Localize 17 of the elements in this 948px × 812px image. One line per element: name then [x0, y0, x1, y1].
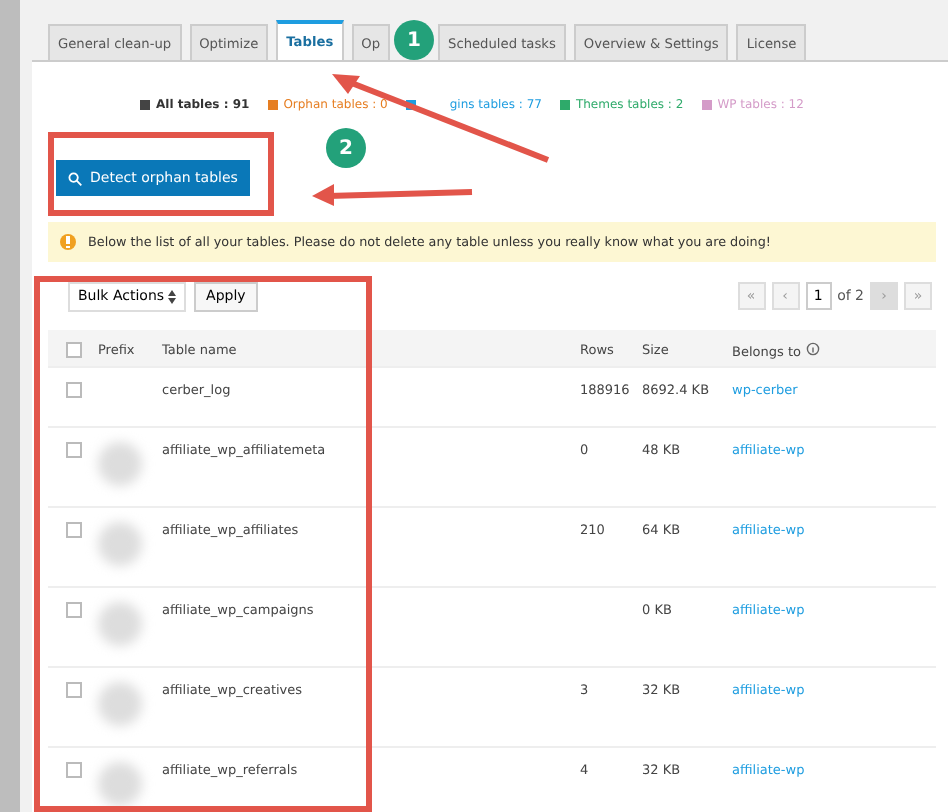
row-checkbox[interactable]: [66, 442, 82, 458]
row-checkbox[interactable]: [66, 682, 82, 698]
info-icon: [806, 342, 821, 356]
blurred-prefix: [98, 442, 142, 486]
row-checkbox[interactable]: [66, 522, 82, 538]
step-badge: 1: [394, 20, 435, 60]
caret-icon: [168, 289, 177, 303]
blurred-prefix: [98, 762, 142, 806]
row-checkbox[interactable]: [66, 382, 82, 398]
row-checkbox[interactable]: [66, 762, 82, 778]
select-all-checkbox[interactable]: [66, 342, 82, 358]
blurred-prefix: [98, 682, 142, 726]
warning-icon: [60, 234, 76, 250]
blurred-prefix: [98, 522, 142, 566]
blurred-prefix: [98, 602, 142, 646]
row-checkbox[interactable]: [66, 602, 82, 618]
search-icon: [68, 171, 82, 185]
